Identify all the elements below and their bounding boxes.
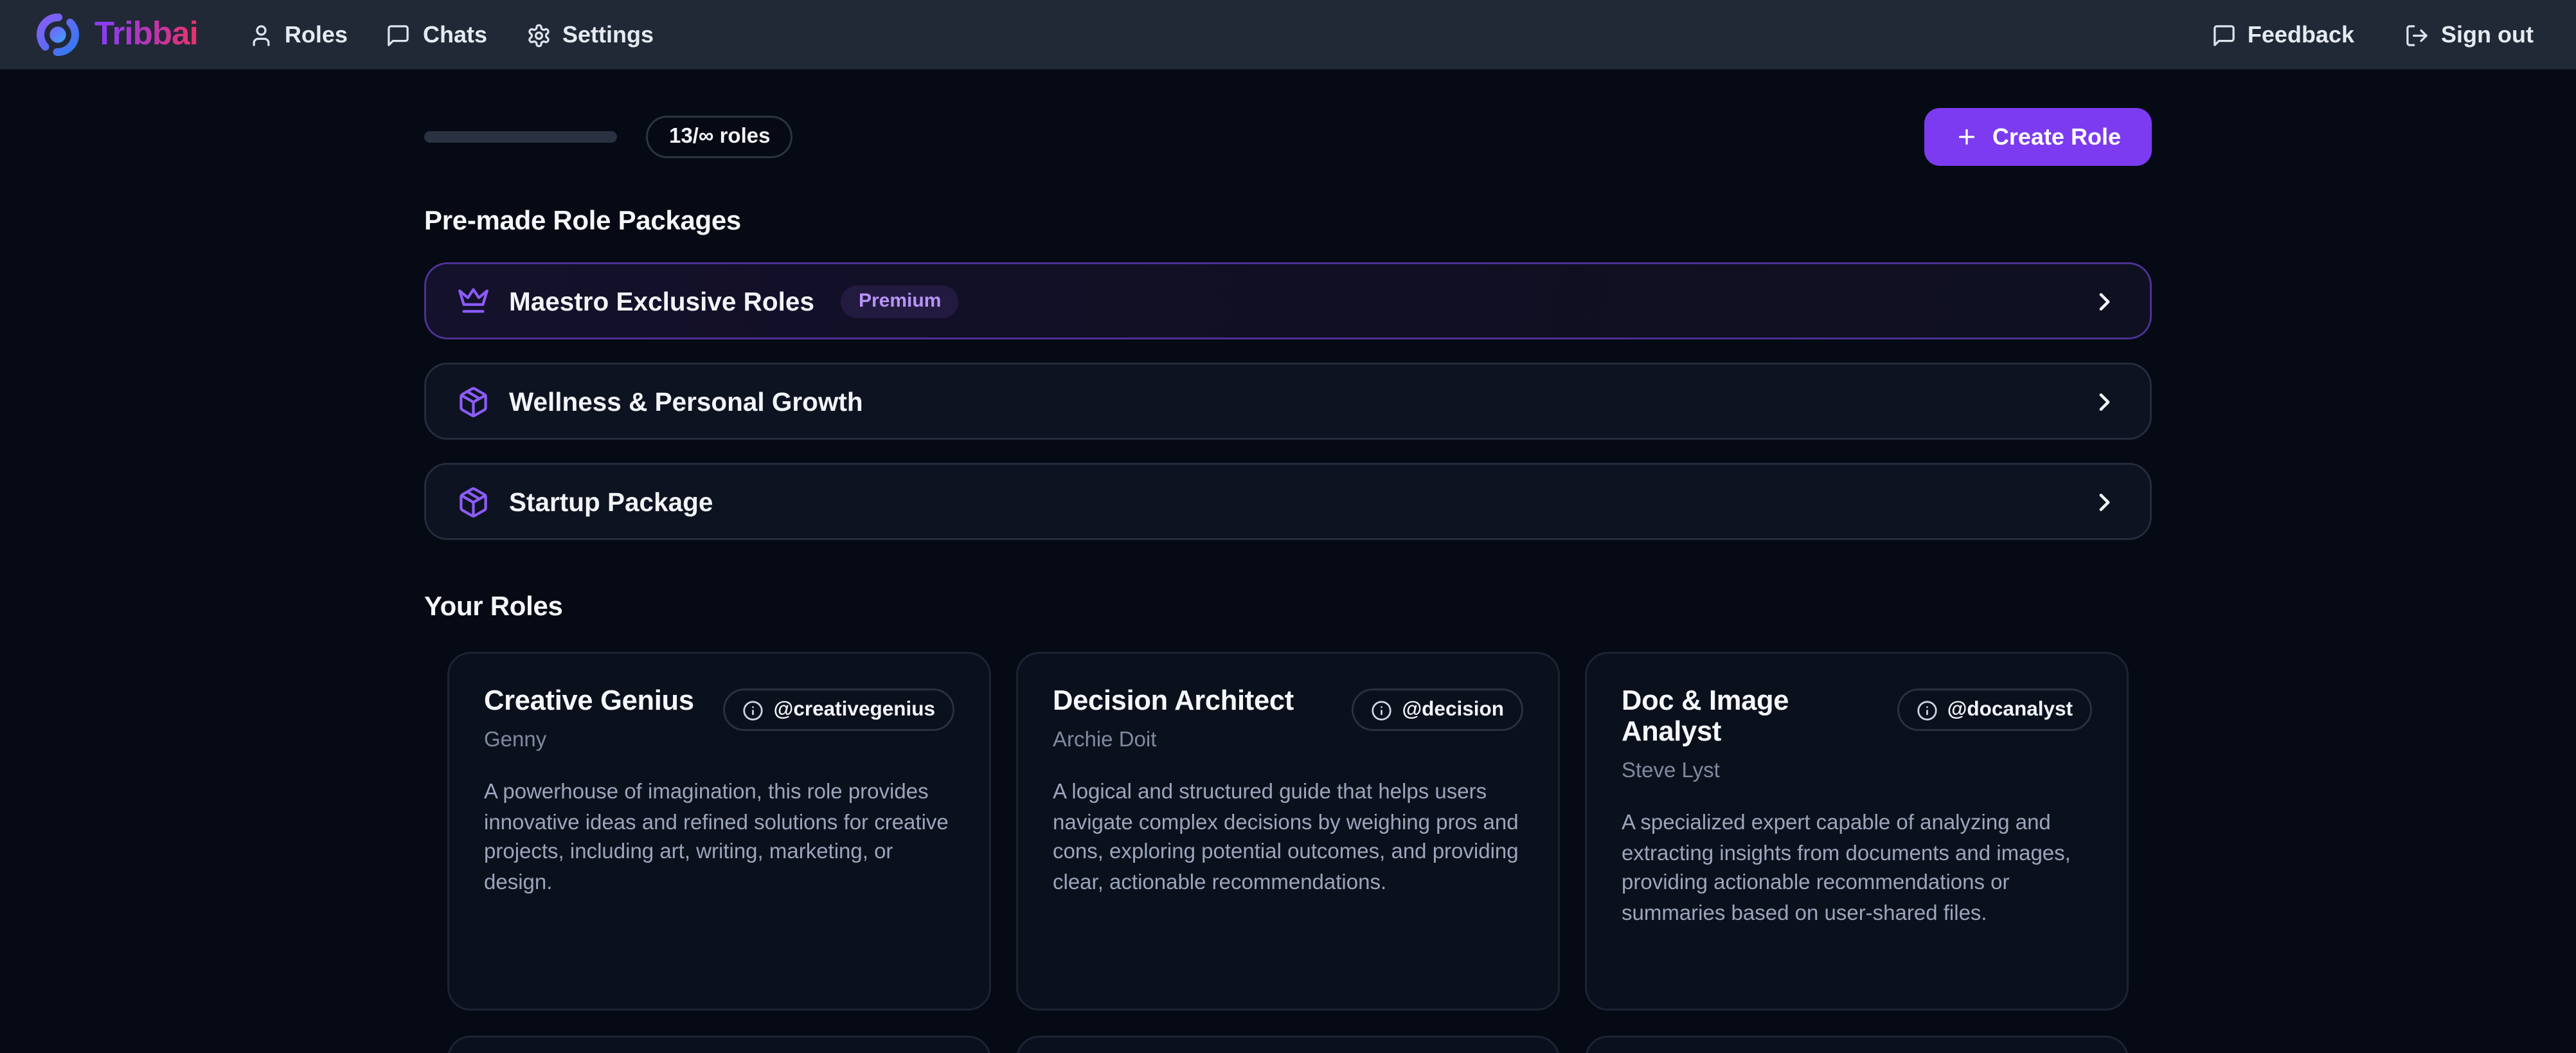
chevron-right-icon (2090, 487, 2119, 516)
info-icon (1917, 699, 1938, 721)
package-title: Startup Package (509, 487, 713, 516)
role-card-doc-image-analyst[interactable]: Doc & Image Analyst Steve Lyst @docanaly… (1585, 652, 2129, 1011)
create-role-label: Create Role (1992, 123, 2121, 150)
crown-icon (457, 285, 490, 318)
role-description: A powerhouse of imagination, this role p… (484, 779, 954, 899)
roles-toolbar: 13/∞ roles Create Role (424, 108, 2152, 166)
nav-item-sign-out[interactable]: Sign out (2404, 21, 2534, 48)
nav-item-roles[interactable]: Roles (248, 21, 348, 48)
roles-count-badge: 13/∞ roles (646, 116, 793, 158)
role-subtitle: Steve Lyst (1622, 760, 1882, 783)
nav-label: Chats (423, 21, 487, 48)
info-icon (1371, 699, 1392, 721)
role-cards-grid-partial (447, 1036, 2129, 1053)
role-handle-badge[interactable]: @docanalyst (1897, 688, 2092, 731)
brand-logo[interactable]: Tribbai (35, 12, 198, 58)
nav-label: Settings (562, 21, 654, 48)
role-cards-area: Creative Genius Genny @creativegenius (424, 652, 2152, 1053)
role-description: A logical and structured guide that help… (1053, 779, 1523, 899)
plus-icon (1956, 125, 1979, 148)
package-row-startup[interactable]: Startup Package (424, 463, 2152, 540)
secondary-nav: Feedback Sign out (2211, 21, 2534, 48)
premium-badge: Premium (841, 285, 958, 318)
tribbai-logo-icon (35, 12, 81, 58)
package-icon (457, 485, 490, 518)
nav-item-feedback[interactable]: Feedback (2211, 21, 2354, 48)
chat-bubble-icon (386, 22, 411, 48)
brand-name: Tribbai (94, 15, 198, 54)
role-subtitle: Genny (484, 729, 694, 752)
role-handle: @creativegenius (774, 698, 935, 721)
create-role-button[interactable]: Create Role (1925, 108, 2152, 166)
package-icon (457, 385, 490, 418)
main-content: 13/∞ roles Create Role Pre-made Role Pac… (424, 108, 2152, 1053)
your-roles-heading: Your Roles (424, 590, 2152, 621)
packages-heading: Pre-made Role Packages (424, 204, 2152, 235)
gear-icon (526, 22, 551, 48)
role-subtitle: Archie Doit (1053, 729, 1294, 752)
role-handle-badge[interactable]: @creativegenius (724, 688, 954, 731)
app-stage: Tribbai Roles (0, 0, 2576, 1053)
logout-icon (2404, 22, 2429, 48)
role-title: Creative Genius (484, 687, 694, 717)
nav-label: Sign out (2441, 21, 2534, 48)
nav-item-settings[interactable]: Settings (526, 21, 654, 48)
user-icon (248, 22, 273, 48)
chat-bubble-icon (2211, 22, 2236, 48)
nav-label: Feedback (2248, 21, 2354, 48)
role-card-partial[interactable] (447, 1036, 991, 1053)
primary-nav: Roles Chats (248, 21, 654, 48)
package-title: Wellness & Personal Growth (509, 387, 863, 416)
role-handle-badge[interactable]: @decision (1352, 688, 1523, 731)
role-handle: @decision (1402, 698, 1504, 721)
role-cards-grid: Creative Genius Genny @creativegenius (447, 652, 2129, 1011)
role-title: Decision Architect (1053, 687, 1294, 717)
app-viewport: Tribbai Roles (0, 0, 2576, 1053)
chevron-right-icon (2090, 287, 2119, 316)
role-card-decision-architect[interactable]: Decision Architect Archie Doit @decision (1016, 652, 1560, 1011)
role-description: A specialized expert capable of analyzin… (1622, 810, 2092, 930)
package-row-maestro[interactable]: Maestro Exclusive Roles Premium (424, 262, 2152, 339)
package-row-wellness[interactable]: Wellness & Personal Growth (424, 363, 2152, 440)
nav-label: Roles (285, 21, 348, 48)
chevron-right-icon (2090, 387, 2119, 416)
top-nav: Tribbai Roles (0, 0, 2576, 69)
role-card-partial[interactable] (1585, 1036, 2129, 1053)
roles-progress-bar (424, 131, 617, 143)
role-card-creative-genius[interactable]: Creative Genius Genny @creativegenius (447, 652, 991, 1011)
role-handle: @docanalyst (1947, 698, 2073, 721)
nav-item-chats[interactable]: Chats (386, 21, 487, 48)
package-title: Maestro Exclusive Roles (509, 287, 814, 316)
role-card-partial[interactable] (1016, 1036, 1560, 1053)
package-list: Maestro Exclusive Roles Premium (424, 262, 2152, 540)
role-title: Doc & Image Analyst (1622, 687, 1882, 748)
info-icon (743, 699, 764, 721)
